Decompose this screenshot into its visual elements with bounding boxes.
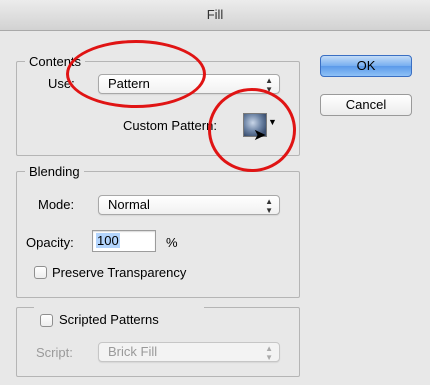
mode-label: Mode: xyxy=(38,197,75,212)
blending-legend: Blending xyxy=(29,164,80,179)
scripted-patterns-checkbox[interactable] xyxy=(40,314,53,327)
mode-select[interactable]: Normal ▲ ▼ xyxy=(98,195,280,215)
custom-pattern-label: Custom Pattern: xyxy=(123,118,217,133)
fill-dialog: Contents Use: Pattern ▲ ▼ Custom Pattern:… xyxy=(0,31,430,385)
preserve-transparency-label: Preserve Transparency xyxy=(52,265,187,280)
window-title: Fill xyxy=(206,7,224,22)
highlight-circle-use xyxy=(66,40,206,108)
scripted-patterns-label: Scripted Patterns xyxy=(59,312,159,327)
window-title-bar: Fill xyxy=(0,0,430,31)
highlight-circle-pattern xyxy=(208,88,296,172)
opacity-input[interactable]: 100 xyxy=(92,230,156,252)
mode-select-value: Normal xyxy=(108,197,150,212)
script-select-value: Brick Fill xyxy=(108,344,158,359)
preserve-transparency-checkbox[interactable] xyxy=(34,266,47,279)
opacity-value: 100 xyxy=(96,233,120,248)
chevron-updown-icon: ▲ ▼ xyxy=(265,197,273,215)
opacity-label: Opacity: xyxy=(26,235,74,250)
chevron-updown-icon: ▲ ▼ xyxy=(265,344,273,362)
ok-button[interactable]: OK xyxy=(320,55,412,77)
script-label: Script: xyxy=(36,345,73,360)
opacity-unit: % xyxy=(166,235,178,250)
script-select[interactable]: Brick Fill ▲ ▼ xyxy=(98,342,280,362)
cancel-button[interactable]: Cancel xyxy=(320,94,412,116)
